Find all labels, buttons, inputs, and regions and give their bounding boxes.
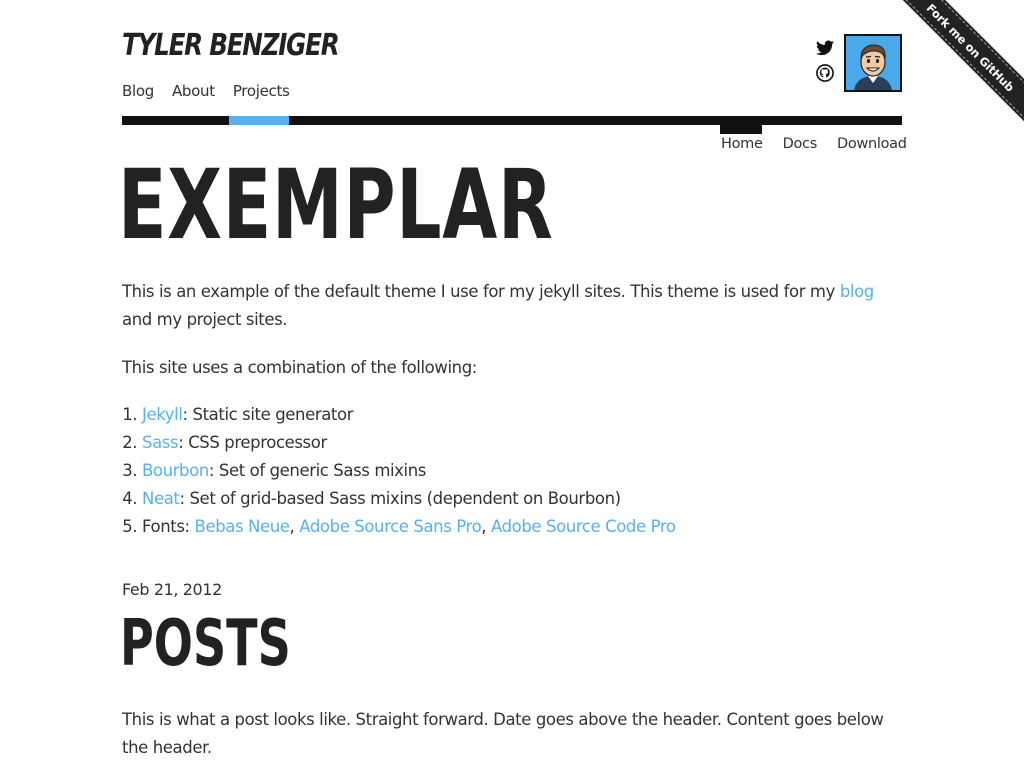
list-item: Bourbon: Set of generic Sass mixins [142,457,902,485]
jekyll-link[interactable]: Jekyll [142,405,183,424]
active-nav-indicator [229,116,289,125]
page-title: EXEMPLAR [118,149,554,261]
intro-text-after: and my project sites. [122,310,288,329]
source-sans-pro-link[interactable]: Adobe Source Sans Pro [299,517,481,536]
nav-link-projects[interactable]: Projects [233,82,290,100]
tools-list: Jekyll: Static site generator Sass: CSS … [122,401,902,541]
project-nav-docs[interactable]: Docs [783,136,818,152]
font-separator: , [481,517,491,536]
intro-paragraph: This is an example of the default theme … [122,278,902,334]
list-item: Fonts: Bebas Neue, Adobe Source Sans Pro… [142,513,902,541]
post-title[interactable]: POSTS [120,604,291,684]
github-icon[interactable] [816,64,834,82]
list-item-desc: : Set of generic Sass mixins [208,461,426,480]
main-content: This is an example of the default theme … [122,278,902,541]
list-item: Sass: CSS preprocessor [142,429,902,457]
fork-ribbon-container: Fork me on GitHub [875,0,1024,149]
list-item-desc: : Set of grid-based Sass mixins (depende… [179,489,621,508]
social-links [816,40,836,88]
font-separator: , [289,517,300,536]
project-nav: Home Docs Download [721,136,907,152]
site-title[interactable]: Tyler Benziger [122,28,340,63]
sass-link[interactable]: Sass [142,433,179,452]
bebas-neue-link[interactable]: Bebas Neue [195,517,290,536]
nav-link-about[interactable]: About [172,82,215,100]
main-nav: Blog About Projects [122,82,308,100]
source-code-pro-link[interactable]: Adobe Source Code Pro [491,517,676,536]
intro-text-before: This is an example of the default theme … [122,282,840,301]
list-item-desc: : Static site generator [182,405,354,424]
nav-link-blog[interactable]: Blog [122,82,154,100]
project-nav-download[interactable]: Download [837,136,907,152]
uses-paragraph: This site uses a combination of the foll… [122,358,477,377]
fonts-label: Fonts: [142,517,195,536]
post-date: Feb 21, 2012 [122,580,222,599]
blog-link[interactable]: blog [840,282,874,301]
twitter-icon[interactable] [816,40,834,58]
list-item: Neat: Set of grid-based Sass mixins (dep… [142,485,902,513]
list-item: Jekyll: Static site generator [142,401,902,429]
project-nav-home[interactable]: Home [721,136,763,152]
post-body: This is what a post looks like. Straight… [122,710,884,757]
active-project-nav-indicator [720,125,762,134]
list-item-desc: : CSS preprocessor [178,433,327,452]
bourbon-link[interactable]: Bourbon [142,461,209,480]
neat-link[interactable]: Neat [142,489,180,508]
fork-me-ribbon[interactable]: Fork me on GitHub [894,0,1024,124]
